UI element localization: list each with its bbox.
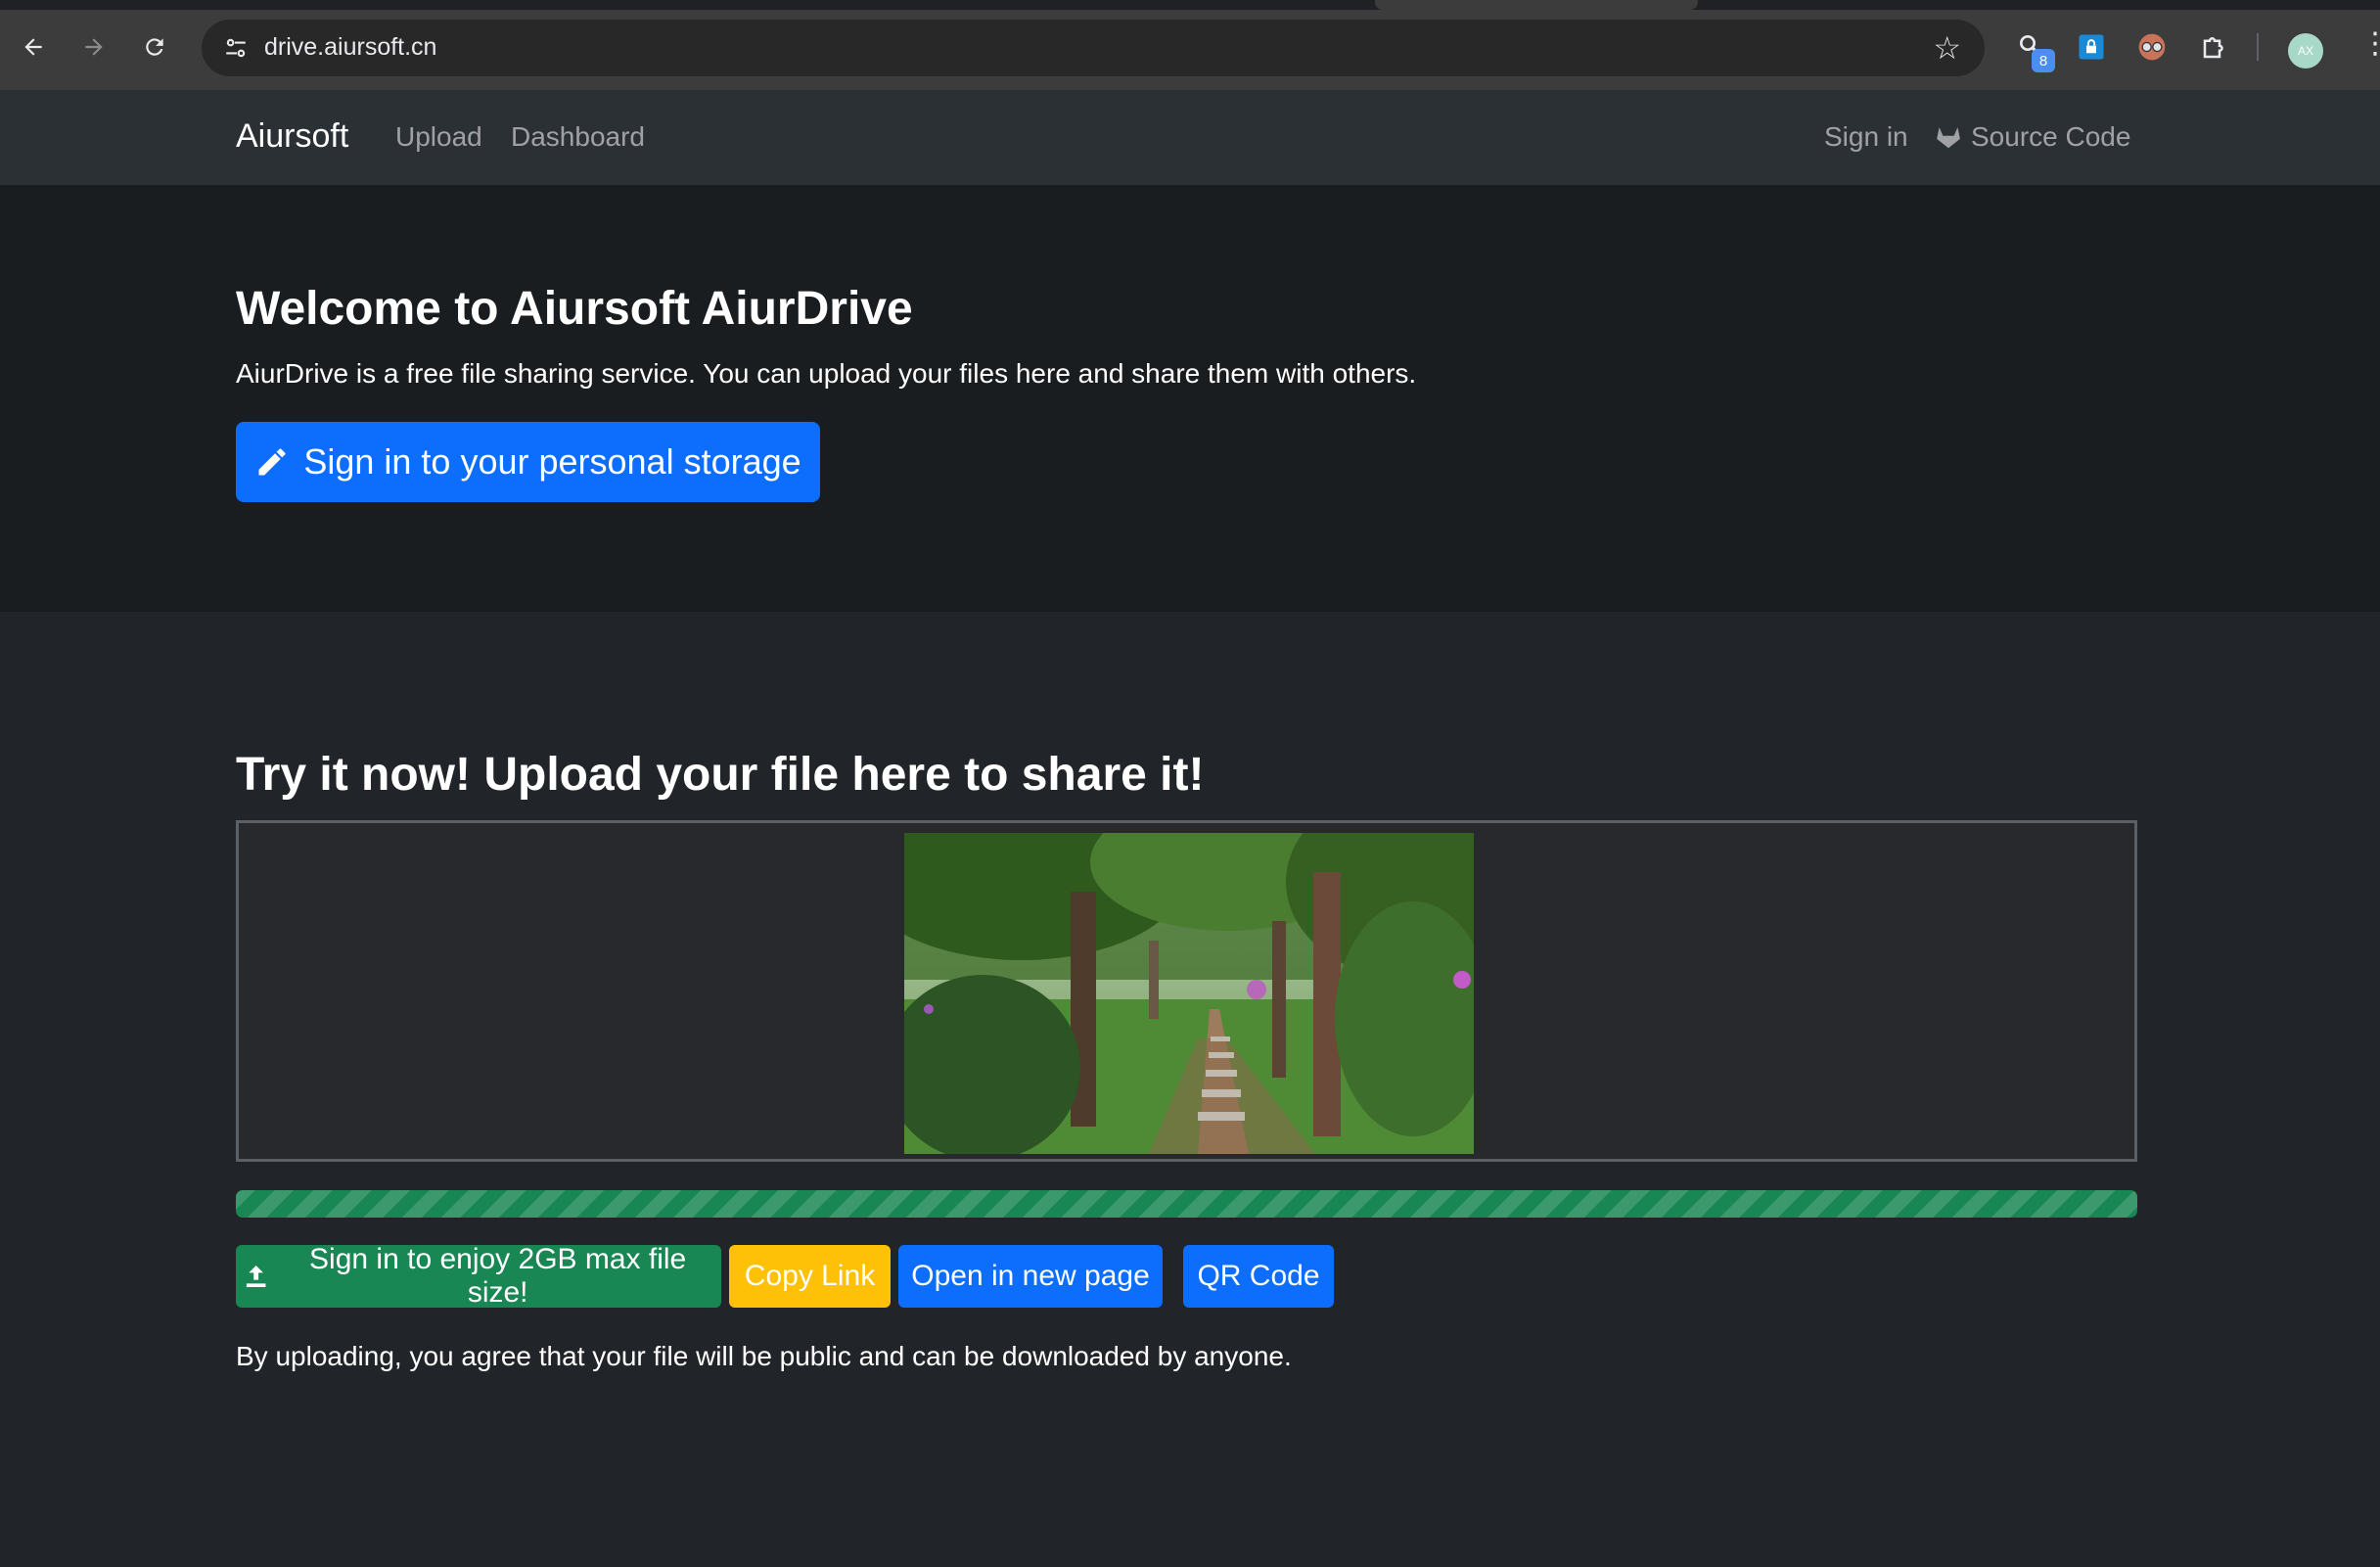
back-button[interactable] [12,25,55,69]
sign-in-2gb-label: Sign in to enjoy 2GB max file size! [309,1243,687,1309]
navbar-brand[interactable]: Aiursoft [236,117,348,156]
hero-section: Welcome to Aiursoft AiurDrive AiurDrive … [0,186,2380,612]
hero-title: Welcome to Aiursoft AiurDrive [236,283,913,335]
nav-link-dashboard[interactable]: Dashboard [511,121,645,153]
reload-button[interactable] [133,25,176,69]
uploaded-image-preview [904,833,1474,1154]
forward-button[interactable] [72,25,115,69]
site-info-button[interactable] [215,27,256,69]
browser-toolbar: drive.aiursoft.cn ☆ 8 AX ⋮ [0,0,2380,90]
sign-in-2gb-button[interactable]: Sign in to enjoy 2GB max file size! [236,1243,721,1309]
sign-in-personal-storage-button[interactable]: Sign in to your personal storage [236,422,820,502]
tune-icon [226,38,246,58]
site-navbar: Aiursoft Upload Dashboard Sign in Source… [0,90,2380,186]
password-extension-button[interactable]: 8 [2012,27,2055,72]
arrow-left-icon [24,38,42,56]
park-pathway-image [904,833,1474,1154]
nav-link-source-code[interactable]: Source Code [1934,121,2130,153]
bookmark-star-icon[interactable]: ☆ [1933,29,1961,67]
gitlab-icon [1937,127,1960,149]
pencil-icon [258,448,286,476]
nav-link-upload[interactable]: Upload [395,121,482,153]
cta-label: Sign in to your personal storage [303,441,801,482]
extension-badge: 8 [2032,49,2055,72]
active-tab[interactable] [1375,0,1698,10]
upload-icon [246,1266,266,1287]
copy-link-button[interactable]: Copy Link [729,1245,891,1308]
tab-strip [0,0,2380,10]
puzzle-icon [2203,37,2223,59]
upload-disclaimer: By uploading, you agree that your file w… [236,1341,1292,1371]
upload-title: Try it now! Upload your file here to sha… [236,749,1205,801]
nav-link-sign-in[interactable]: Sign in [1824,121,1908,153]
address-bar[interactable]: drive.aiursoft.cn ☆ [202,20,1985,76]
arrow-right-icon [85,38,103,56]
url-text[interactable]: drive.aiursoft.cn [264,33,436,62]
open-new-page-button[interactable]: Open in new page [898,1245,1163,1308]
qr-code-button[interactable]: QR Code [1183,1245,1334,1308]
toolbar-divider [2257,33,2259,61]
upload-progress-fill [236,1190,2137,1218]
dark-reader-extension-button[interactable] [2132,27,2172,67]
lock-extension-icon [2079,34,2104,60]
reload-icon [146,38,163,56]
lock-extension-button[interactable] [2072,27,2111,67]
profile-avatar[interactable]: AX [2288,33,2323,69]
sign-in-label: Sign in [1824,121,1908,152]
more-vertical-icon[interactable]: ⋮ [2360,29,2380,59]
upload-progress-bar [236,1190,2137,1218]
goggles-icon [2138,33,2166,61]
extensions-button[interactable] [2195,27,2234,67]
hero-description: AiurDrive is a free file sharing service… [236,358,1417,389]
source-code-label: Source Code [1971,121,2131,152]
upload-dropzone[interactable] [236,820,2137,1162]
